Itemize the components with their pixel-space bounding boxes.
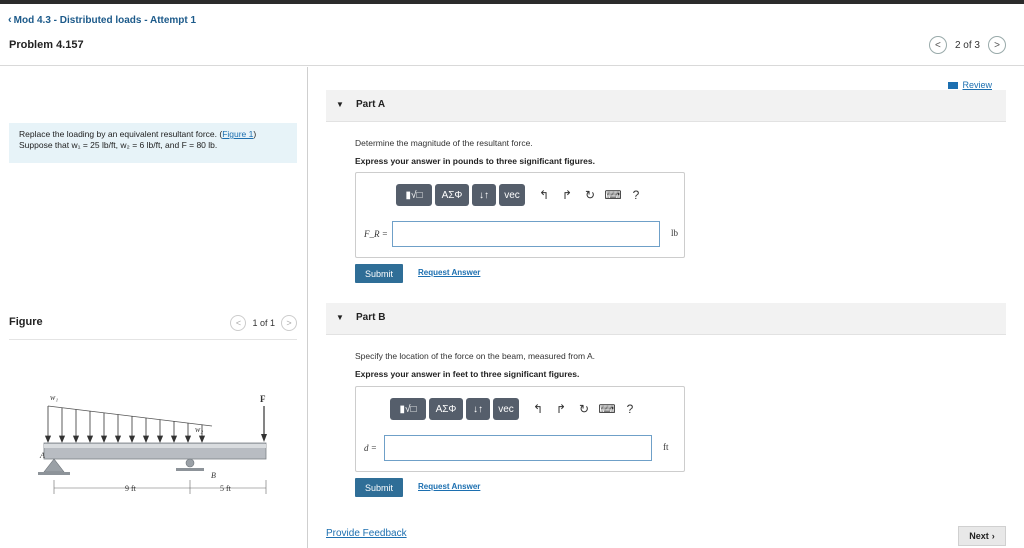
label-f: F bbox=[260, 394, 266, 404]
problem-pager: < 2 of 3 > bbox=[928, 36, 1006, 54]
next-label: Next bbox=[969, 531, 989, 541]
column-divider bbox=[307, 67, 308, 548]
problem-title: Problem 4.157 bbox=[9, 39, 84, 51]
reset-icon[interactable]: ↻ bbox=[580, 184, 600, 206]
figure-pager: < 1 of 1 > bbox=[230, 315, 297, 331]
part-b-answer-box: ▮√□ AΣΦ ↓↑ vec ↰ ↱ ↻ ⌨ ? d = bbox=[355, 386, 685, 472]
problem-text-1: Replace the loading by an equivalent res… bbox=[19, 129, 223, 139]
undo-icon[interactable]: ↰ bbox=[528, 398, 548, 420]
chevron-left-icon: < bbox=[935, 39, 941, 51]
pager-text: 2 of 3 bbox=[954, 39, 980, 51]
part-a-title: Part A bbox=[356, 99, 386, 110]
vec-button[interactable]: vec bbox=[499, 184, 525, 206]
part-a-answer-box: ▮√□ AΣΦ ↓↑ vec ↰ ↱ ↻ ⌨ ? F_R = bbox=[355, 172, 685, 258]
part-b-question: Specify the location of the force on the… bbox=[355, 351, 596, 361]
part-a-submit-button[interactable]: Submit bbox=[355, 264, 403, 283]
problem-statement: Replace the loading by an equivalent res… bbox=[9, 123, 297, 163]
redo-icon[interactable]: ↱ bbox=[557, 184, 577, 206]
next-figure-button[interactable]: > bbox=[281, 315, 297, 331]
caret-down-icon: ▼ bbox=[336, 100, 344, 109]
greek-button[interactable]: AΣΦ bbox=[435, 184, 469, 206]
figure-link[interactable]: Figure 1 bbox=[222, 129, 253, 139]
arrows-button[interactable]: ↓↑ bbox=[472, 184, 496, 206]
reset-icon[interactable]: ↻ bbox=[574, 398, 594, 420]
review-link[interactable]: Review bbox=[948, 80, 992, 90]
label-w1: w₁ bbox=[50, 393, 58, 402]
part-b-input[interactable] bbox=[384, 435, 652, 461]
label-a: A bbox=[39, 451, 45, 460]
part-b-toolbar: ▮√□ AΣΦ ↓↑ vec ↰ ↱ ↻ ⌨ ? bbox=[390, 398, 640, 420]
book-icon bbox=[948, 81, 959, 89]
figure-header: Figure < 1 of 1 > bbox=[9, 312, 297, 340]
chevron-left-icon: ‹ bbox=[8, 14, 12, 26]
next-problem-button[interactable]: > bbox=[988, 36, 1006, 54]
back-link[interactable]: ‹ Mod 4.3 - Distributed loads - Attempt … bbox=[8, 14, 196, 26]
caret-down-icon: ▼ bbox=[336, 313, 344, 322]
label-b: B bbox=[211, 471, 216, 480]
figure-title: Figure bbox=[9, 316, 43, 328]
templates-button[interactable]: ▮√□ bbox=[390, 398, 426, 420]
part-a-input[interactable] bbox=[392, 221, 660, 247]
undo-icon[interactable]: ↰ bbox=[534, 184, 554, 206]
vec-button[interactable]: vec bbox=[493, 398, 519, 420]
back-link-label: Mod 4.3 - Distributed loads - Attempt 1 bbox=[13, 14, 197, 26]
pin-support-a bbox=[43, 458, 65, 473]
part-a-unit: lb bbox=[671, 228, 679, 238]
greek-button[interactable]: AΣΦ bbox=[429, 398, 463, 420]
part-a-request-answer-link[interactable]: Request Answer bbox=[418, 268, 480, 277]
prev-figure-button[interactable]: < bbox=[230, 315, 247, 331]
header: ‹ Mod 4.3 - Distributed loads - Attempt … bbox=[0, 4, 1024, 66]
load-top-line bbox=[47, 405, 213, 427]
chevron-right-icon: > bbox=[994, 39, 1000, 51]
templates-button[interactable]: ▮√□ bbox=[396, 184, 432, 206]
redo-icon[interactable]: ↱ bbox=[551, 398, 571, 420]
chevron-right-icon: › bbox=[991, 531, 995, 541]
review-label: Review bbox=[962, 80, 992, 90]
keyboard-icon[interactable]: ⌨ bbox=[597, 398, 617, 420]
figure-pager-text: 1 of 1 bbox=[252, 318, 275, 328]
chevron-right-icon: > bbox=[286, 318, 292, 328]
keyboard-icon[interactable]: ⌨ bbox=[603, 184, 623, 206]
arrows-button[interactable]: ↓↑ bbox=[466, 398, 490, 420]
beam-figure: w₁ w₂ F A B 9 ft 5 ft bbox=[38, 393, 267, 494]
label-dim-9ft: 9 ft bbox=[125, 484, 137, 493]
part-b-header[interactable]: ▼ Part B bbox=[326, 303, 1006, 335]
next-button[interactable]: Next › bbox=[958, 526, 1006, 546]
part-a-header[interactable]: ▼ Part A bbox=[326, 90, 1006, 122]
prev-problem-button[interactable]: < bbox=[928, 36, 947, 54]
part-b-submit-button[interactable]: Submit bbox=[355, 478, 403, 497]
roller-support-b bbox=[185, 458, 195, 468]
help-icon[interactable]: ? bbox=[620, 398, 640, 420]
part-b-title: Part B bbox=[356, 312, 386, 323]
part-b-request-answer-link[interactable]: Request Answer bbox=[418, 482, 480, 491]
problem-values: Suppose that w₁ = 25 lb/ft, w₂ = 6 lb/ft… bbox=[19, 140, 218, 150]
part-b-unit: ft bbox=[663, 442, 669, 452]
label-dim-5ft: 5 ft bbox=[220, 484, 232, 493]
help-icon[interactable]: ? bbox=[626, 184, 646, 206]
load-arrows bbox=[44, 406, 206, 444]
part-b-label: d = bbox=[364, 443, 377, 453]
provide-feedback-link[interactable]: Provide Feedback bbox=[326, 528, 407, 539]
part-a-toolbar: ▮√□ AΣΦ ↓↑ vec ↰ ↱ ↻ ⌨ ? bbox=[396, 184, 646, 206]
label-w2: w₂ bbox=[195, 425, 203, 434]
part-a-label: F_R = bbox=[364, 229, 388, 239]
part-b-instruction: Express your answer in feet to three sig… bbox=[355, 369, 580, 379]
chevron-left-icon: < bbox=[235, 318, 242, 328]
part-a-question: Determine the magnitude of the resultant… bbox=[355, 138, 533, 148]
part-a-instruction: Express your answer in pounds to three s… bbox=[355, 156, 595, 166]
problem-text-2: ) bbox=[253, 129, 257, 139]
